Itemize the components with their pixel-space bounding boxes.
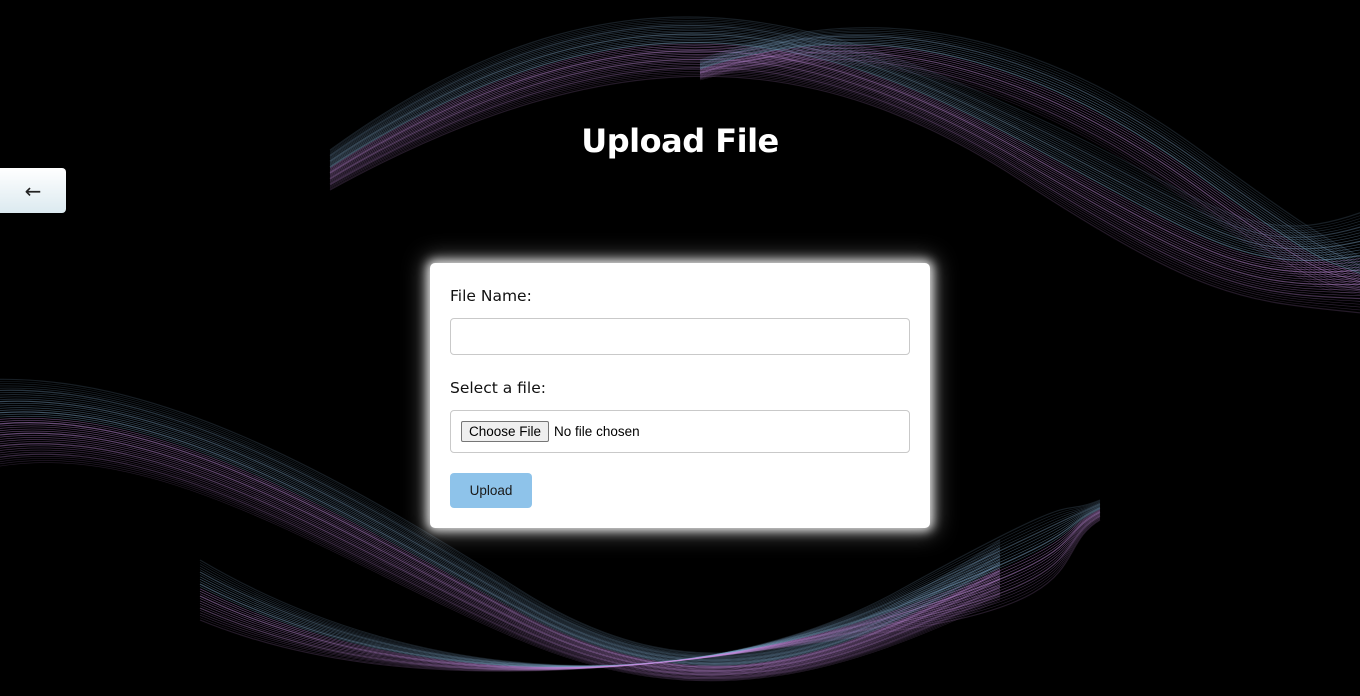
file-input[interactable]: Choose File No file chosen bbox=[450, 410, 910, 453]
file-name-input[interactable] bbox=[450, 318, 910, 355]
back-arrow-icon: ← bbox=[24, 178, 42, 203]
upload-form-card: File Name: Select a file: Choose File No… bbox=[430, 263, 930, 528]
file-status-text: No file chosen bbox=[554, 424, 640, 439]
back-button[interactable]: ← bbox=[0, 168, 66, 213]
select-file-label: Select a file: bbox=[450, 379, 546, 397]
page-title: Upload File bbox=[581, 122, 779, 160]
upload-button[interactable]: Upload bbox=[450, 473, 532, 508]
file-name-label: File Name: bbox=[450, 287, 532, 305]
page: Upload File ← File Name: Select a file: … bbox=[0, 0, 1360, 696]
choose-file-button[interactable]: Choose File bbox=[461, 421, 550, 442]
